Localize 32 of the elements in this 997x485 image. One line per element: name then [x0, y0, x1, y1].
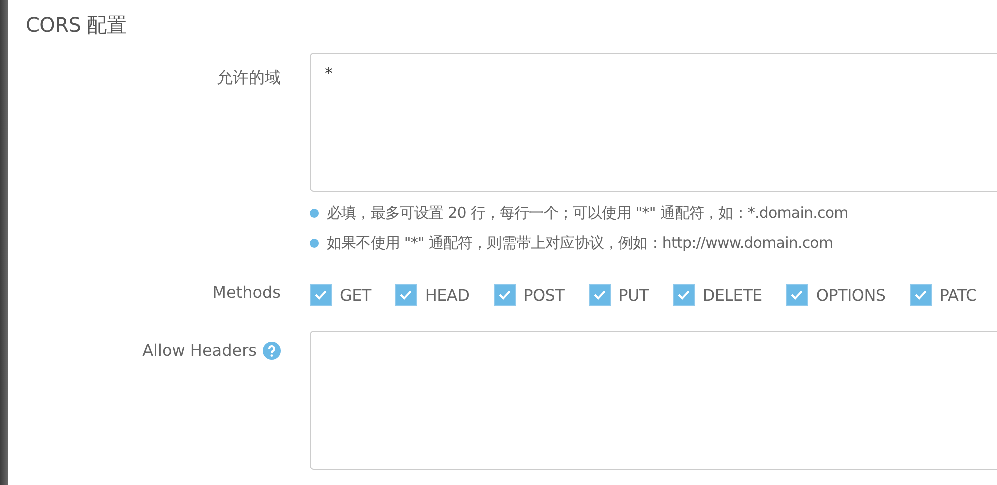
checkbox-label: HEAD [425, 286, 470, 304]
checkbox-label: DELETE [702, 286, 762, 304]
checkbox[interactable] [672, 284, 695, 306]
checkbox-label: OPTIONS [816, 286, 886, 304]
checkbox-label: GET [340, 286, 372, 304]
help-icon[interactable] [263, 342, 281, 360]
check-icon [790, 289, 804, 301]
field-label: Methods [212, 283, 281, 302]
domains-field[interactable]: * [310, 53, 997, 192]
checkbox-label: PUT [618, 286, 649, 304]
check-icon [498, 289, 512, 301]
check-icon [676, 289, 691, 301]
checkbox-label: PATC [940, 286, 977, 304]
checkbox[interactable] [310, 284, 332, 306]
check-icon [592, 289, 607, 301]
bullet-icon [310, 209, 319, 218]
field-label: 允许的域 [216, 67, 281, 89]
hint-text: 必填，最多可设置 20 行，每行一个；可以使用 "*" 通配符，如：*.domain.com [327, 204, 848, 223]
checkbox[interactable] [786, 284, 808, 306]
checkbox-label: POST [524, 286, 565, 304]
checkbox[interactable] [588, 284, 611, 306]
bullet-icon [310, 239, 319, 248]
hint-text: 如果不使用 "*" 通配符，则需带上对应协议，例如：http://www.domain.com [327, 234, 834, 253]
section-title: CORS 配置 [26, 12, 128, 39]
headers-field[interactable] [310, 331, 997, 470]
check-icon [314, 289, 328, 301]
checkbox[interactable] [910, 284, 932, 306]
check-icon [399, 289, 414, 301]
checkbox[interactable] [395, 284, 418, 306]
checkbox[interactable] [494, 284, 516, 306]
field-label: Allow Headers [142, 341, 257, 360]
check-icon [914, 289, 928, 301]
